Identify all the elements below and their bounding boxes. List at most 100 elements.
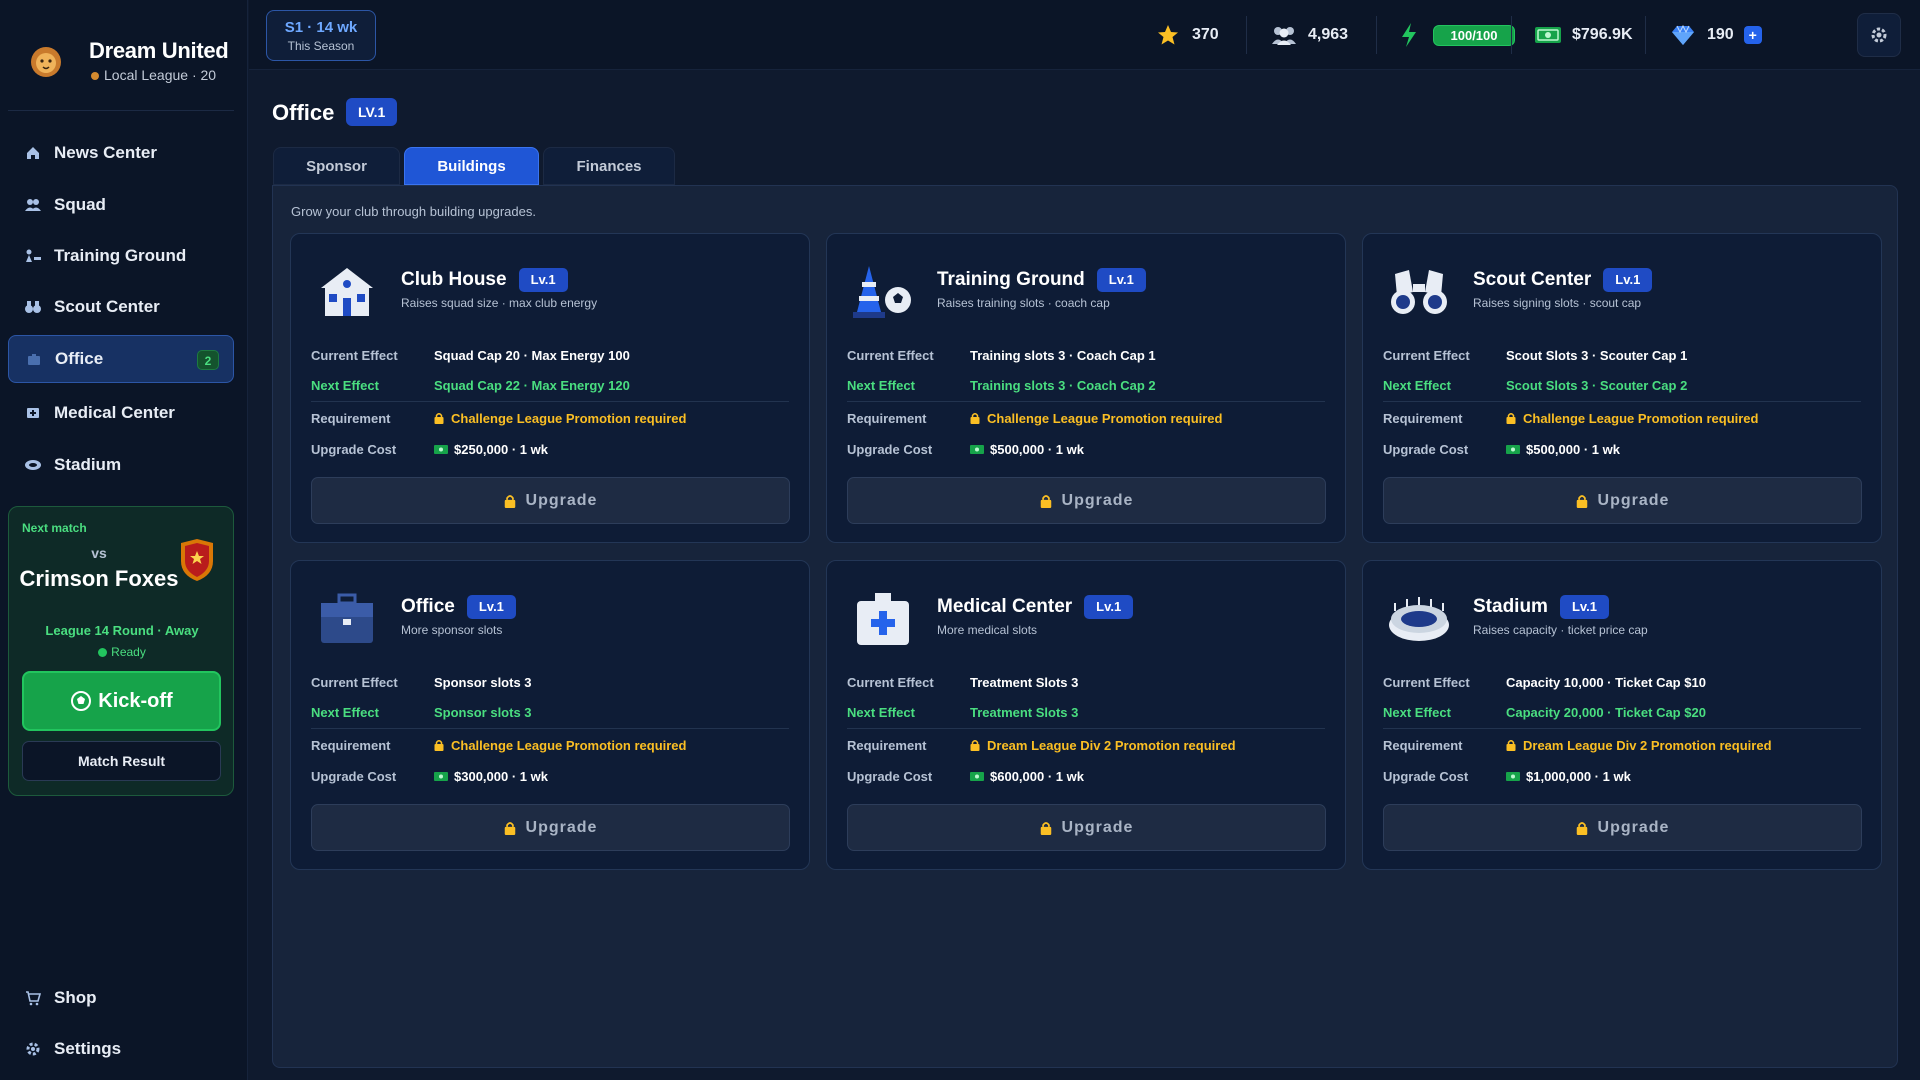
sidebar-item-office[interactable]: Office 2 (8, 335, 234, 383)
next-effect-row: Next Effect Sponsor slots 3 (311, 705, 789, 720)
stat-divider (1511, 16, 1512, 54)
upgrade-button[interactable]: Upgrade (311, 477, 790, 524)
cash-value: $796.9K (1572, 26, 1633, 43)
medical-kit-icon (851, 589, 915, 649)
tab-finances[interactable]: Finances (543, 147, 675, 185)
requirement-row: Requirement Dream League Div 2 Promotion… (847, 738, 1325, 753)
next-effect-value: Scout Slots 3 · Scouter Cap 2 (1506, 378, 1688, 393)
upgrade-button[interactable]: Upgrade (847, 477, 1326, 524)
requirement-text: Challenge League Promotion required (451, 411, 687, 426)
sidebar-item-label: Medical Center (54, 403, 175, 422)
gems-value: 190 (1707, 26, 1734, 43)
match-round: League 14 Round · Away (45, 623, 199, 638)
stars-stat: 370 (1154, 0, 1219, 70)
stadium-icon (1387, 589, 1451, 649)
opponent-crest-icon (181, 539, 213, 581)
lock-icon (970, 738, 987, 753)
building-card-scout-center: Scout Center Lv.1 Raises signing slots ·… (1362, 233, 1882, 543)
requirement-row: Requirement Challenge League Promotion r… (847, 411, 1325, 426)
upgrade-cost-value: $250,000 · 1 wk (434, 442, 548, 457)
sidebar-item-shop[interactable]: Shop (8, 974, 234, 1022)
soccer-ball-icon (71, 691, 92, 711)
upgrade-cost-value: $1,000,000 · 1 wk (1506, 769, 1631, 784)
sidebar-item-label: Squad (54, 195, 106, 214)
opponent-name: Crimson Foxes (19, 566, 179, 591)
sidebar-item-news-center[interactable]: News Center (8, 129, 234, 177)
building-name: Office Lv.1 (401, 595, 516, 619)
tab-buildings[interactable]: Buildings (404, 147, 539, 185)
sidebar-item-stadium[interactable]: Stadium (8, 441, 234, 489)
current-effect-row: Current Effect Sponsor slots 3 (311, 675, 789, 690)
upgrade-button[interactable]: Upgrade (1383, 804, 1862, 851)
tab-sponsor[interactable]: Sponsor (273, 147, 400, 185)
lock-icon (970, 411, 987, 426)
cash-icon (1506, 769, 1526, 784)
building-card-training-ground: Training Ground Lv.1 Raises training slo… (826, 233, 1346, 543)
lock-icon (1576, 821, 1587, 835)
briefcase-icon (25, 350, 43, 368)
upgrade-button[interactable]: Upgrade (847, 804, 1326, 851)
club-header[interactable]: Dream United Local League · 20 (24, 28, 234, 88)
cash-icon (970, 442, 990, 457)
lock-icon (434, 411, 451, 426)
star-icon (1154, 21, 1182, 49)
building-level-badge: Lv.1 (1096, 268, 1146, 292)
requirement-row: Requirement Challenge League Promotion r… (311, 738, 789, 753)
requirement-row: Requirement Dream League Div 2 Promotion… (1383, 738, 1861, 753)
lock-icon (504, 494, 515, 508)
sidebar-item-squad[interactable]: Squad (8, 181, 234, 229)
upgrade-button[interactable]: Upgrade (1383, 477, 1862, 524)
lock-icon (1040, 494, 1051, 508)
binoculars-icon (24, 298, 42, 316)
settings-button[interactable] (1857, 13, 1901, 57)
current-effect-row: Current Effect Training slots 3 · Coach … (847, 348, 1325, 363)
requirement-value: Dream League Div 2 Promotion required (1506, 738, 1772, 753)
diamond-icon (1669, 21, 1697, 49)
current-effect-value: Training slots 3 · Coach Cap 1 (970, 348, 1156, 363)
season-indicator[interactable]: S1 · 14 wk This Season (266, 10, 376, 61)
building-description: Raises signing slots · scout cap (1473, 296, 1642, 310)
sidebar-divider (8, 110, 234, 111)
current-effect-label: Current Effect (311, 348, 398, 363)
fans-value: 4,963 (1308, 26, 1349, 43)
upgrade-cost-text: $300,000 · 1 wk (454, 769, 548, 784)
requirement-text: Challenge League Promotion required (1523, 411, 1759, 426)
next-effect-label: Next Effect (1383, 705, 1451, 720)
cart-icon (24, 989, 42, 1007)
requirement-label: Requirement (311, 411, 391, 426)
building-card-office: Office Lv.1 More sponsor slots Current E… (290, 560, 810, 870)
sidebar-item-training-ground[interactable]: Training Ground (8, 232, 234, 280)
kickoff-button[interactable]: Kick-off (22, 671, 221, 731)
add-gems-button[interactable]: + (1743, 26, 1762, 44)
row-divider (311, 401, 789, 402)
binoculars-icon (1387, 262, 1451, 322)
upgrade-label: Upgrade (1061, 491, 1134, 509)
upgrade-label: Upgrade (1597, 818, 1670, 836)
sidebar-item-label: Settings (54, 1039, 122, 1058)
next-effect-row: Next Effect Squad Cap 22 · Max Energy 12… (311, 378, 789, 393)
requirement-row: Requirement Challenge League Promotion r… (311, 411, 789, 426)
next-effect-row: Next Effect Scout Slots 3 · Scouter Cap … (1383, 378, 1861, 393)
buildings-panel: Grow your club through building upgrades… (272, 185, 1898, 1068)
stars-value: 370 (1192, 26, 1219, 43)
requirement-text: Dream League Div 2 Promotion required (987, 738, 1236, 753)
sidebar-item-settings[interactable]: Settings (8, 1025, 234, 1073)
sidebar-item-label: Scout Center (54, 297, 160, 316)
office-notification-badge: 2 (197, 350, 219, 370)
sidebar-item-medical-center[interactable]: Medical Center (8, 389, 234, 437)
sidebar-item-scout-center[interactable]: Scout Center (8, 283, 234, 331)
upgrade-label: Upgrade (525, 491, 598, 509)
match-status-text: Ready (111, 645, 146, 659)
match-result-button[interactable]: Match Result (22, 741, 221, 781)
row-divider (847, 401, 1325, 402)
gear-icon (1871, 27, 1887, 43)
upgrade-cost-label: Upgrade Cost (311, 769, 397, 784)
top-bar: S1 · 14 wk This Season 370 4,963 100/100… (249, 0, 1920, 70)
requirement-label: Requirement (847, 411, 927, 426)
upgrade-cost-value: $500,000 · 1 wk (1506, 442, 1620, 457)
lock-icon (434, 738, 451, 753)
current-effect-value: Scout Slots 3 · Scouter Cap 1 (1506, 348, 1688, 363)
current-effect-value: Treatment Slots 3 (970, 675, 1079, 690)
upgrade-button[interactable]: Upgrade (311, 804, 790, 851)
building-description: More medical slots (937, 623, 1038, 637)
